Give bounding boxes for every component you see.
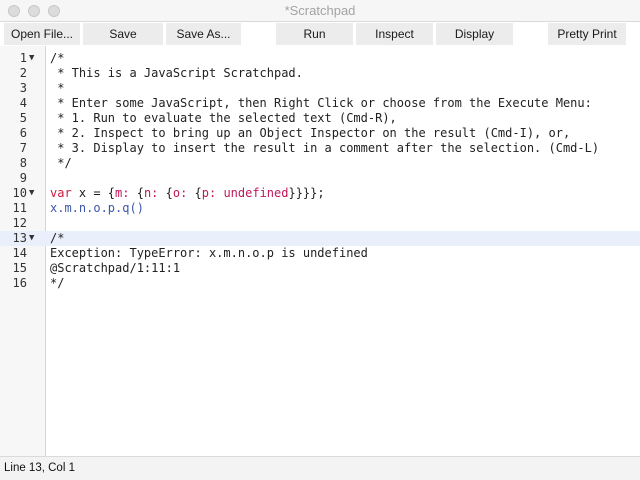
code-line-active[interactable]: 13 ▼ /* (0, 231, 640, 246)
code-token: }}}}; (288, 186, 325, 200)
line-number: 14 (12, 246, 27, 260)
code-line[interactable]: 15 @Scratchpad/1:11:1 (0, 261, 640, 276)
line-number: 6 (19, 126, 27, 140)
code-token: { (158, 186, 173, 200)
line-number: 9 (19, 171, 27, 185)
fold-arrow-icon[interactable]: ▼ (29, 231, 39, 246)
code-line[interactable]: 12 (0, 216, 640, 231)
code-line[interactable]: 10 ▼ var x = {m: {n: {o: {p: undefined}}… (0, 186, 640, 201)
line-number: 4 (19, 96, 27, 110)
code-token: { (129, 186, 144, 200)
code-line[interactable]: 1 ▼ /* (0, 51, 640, 66)
code-line[interactable]: 14 Exception: TypeError: x.m.n.o.p is un… (0, 246, 640, 261)
line-text: * 3. Display to insert the result in a c… (50, 141, 600, 155)
code-line[interactable]: 2 * This is a JavaScript Scratchpad. (0, 66, 640, 81)
code-line[interactable]: 9 (0, 171, 640, 186)
line-text: * (50, 81, 65, 95)
display-button[interactable]: Display (436, 23, 513, 45)
line-number: 11 (12, 201, 27, 215)
line-text: @Scratchpad/1:11:1 (50, 261, 181, 275)
line-text: * 1. Run to evaluate the selected text (… (50, 111, 397, 125)
code-line[interactable]: 3 * (0, 81, 640, 96)
line-number: 7 (19, 141, 27, 155)
cursor-position: Line 13, Col 1 (4, 462, 75, 474)
save-button[interactable]: Save (83, 23, 163, 45)
fold-arrow-icon[interactable]: ▼ (29, 51, 39, 66)
line-text: x.m.n.o.p.q() (50, 201, 144, 215)
line-number: 5 (19, 111, 27, 125)
code-token: { (187, 186, 202, 200)
fold-arrow-icon[interactable]: ▼ (29, 186, 39, 201)
property-token: m: (115, 186, 130, 200)
code-token: x = { (71, 186, 116, 200)
code-line[interactable]: 7 * 3. Display to insert the result in a… (0, 141, 640, 156)
code-line[interactable]: 5 * 1. Run to evaluate the selected text… (0, 111, 640, 126)
undefined-token: undefined (223, 186, 289, 200)
line-text: var x = {m: {n: {o: {p: undefined}}}}; (50, 186, 325, 201)
code-editor[interactable]: 1 ▼ /* 2 * This is a JavaScript Scratchp… (0, 46, 640, 456)
pretty-print-button[interactable]: Pretty Print (548, 23, 626, 45)
property-token: n: (143, 186, 159, 200)
line-text: * Enter some JavaScript, then Right Clic… (50, 96, 592, 110)
line-number: 13 (12, 231, 27, 245)
line-text: */ (50, 276, 65, 290)
line-text: * This is a JavaScript Scratchpad. (50, 66, 303, 80)
line-number: 8 (19, 156, 27, 170)
code-line[interactable]: 11 x.m.n.o.p.q() (0, 201, 640, 216)
inspect-button[interactable]: Inspect (356, 23, 433, 45)
title-bar: *Scratchpad (0, 0, 640, 22)
toolbar: Open File... Save Save As... Run Inspect… (0, 22, 640, 46)
line-text: /* (50, 51, 65, 65)
open-file-button[interactable]: Open File... (4, 23, 80, 45)
line-number: 15 (12, 261, 27, 275)
line-text: */ (50, 156, 72, 170)
line-number: 10 (12, 186, 27, 200)
line-number: 12 (12, 216, 27, 230)
keyword-token: var (50, 186, 72, 200)
code-line[interactable]: 6 * 2. Inspect to bring up an Object Ins… (0, 126, 640, 141)
property-token: o: (172, 186, 188, 200)
window-title: *Scratchpad (284, 3, 356, 18)
save-as-button[interactable]: Save As... (166, 23, 241, 45)
line-number: 3 (19, 81, 27, 95)
code-line[interactable]: 4 * Enter some JavaScript, then Right Cl… (0, 96, 640, 111)
line-text: * 2. Inspect to bring up an Object Inspe… (50, 126, 571, 140)
code-line[interactable]: 8 */ (0, 156, 640, 171)
line-text: /* (50, 231, 65, 245)
line-text: Exception: TypeError: x.m.n.o.p is undef… (50, 246, 368, 260)
line-number: 2 (19, 66, 27, 80)
line-number: 16 (12, 276, 27, 290)
code-line[interactable]: 16 */ (0, 276, 640, 291)
run-button[interactable]: Run (276, 23, 353, 45)
status-bar: Line 13, Col 1 (0, 456, 640, 480)
property-token: p: (201, 186, 217, 200)
line-number: 1 (19, 51, 27, 65)
